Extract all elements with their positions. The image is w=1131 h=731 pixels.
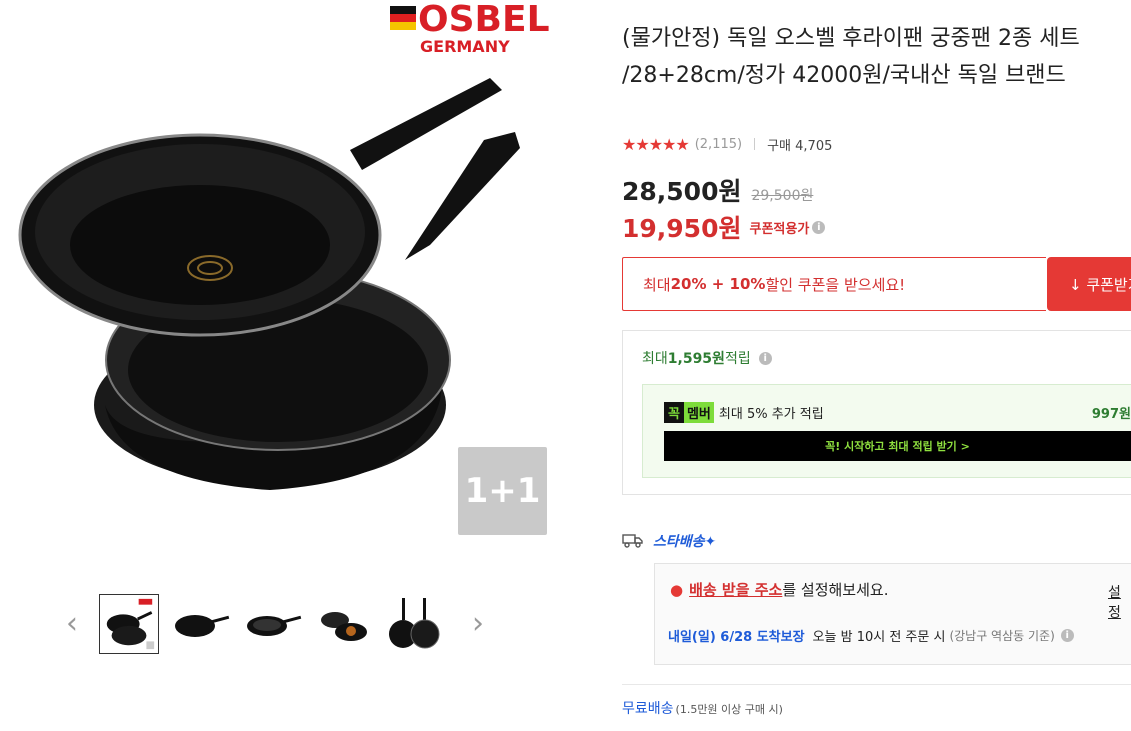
coupon-download-button[interactable]: ↓ 쿠폰받기 <box>1047 257 1131 311</box>
membership-start-button[interactable]: 꼭! 시작하고 최대 적립 받기 > <box>664 431 1131 461</box>
reward-prefix: 최대 <box>642 351 668 367</box>
address-set-link[interactable]: 설정 <box>1108 582 1131 622</box>
reward-amount: 1,595원 <box>667 351 725 367</box>
arrival-date: 내일(일) 6/28 도착보장 <box>668 630 805 645</box>
coupon-price-row: 19,950원 쿠폰적용가 i <box>622 209 826 245</box>
coupon-price: 19,950원 <box>622 214 742 243</box>
brand-logo: OSBEL GERMANY <box>388 0 558 56</box>
coupon-text-prefix: 최대 <box>643 275 671 294</box>
truck-icon <box>622 534 643 548</box>
coupon-banner[interactable]: 최대 20% + 10% 할인 쿠폰을 받으세요! <box>622 257 1046 311</box>
membership-logo: 꼭 <box>664 402 684 423</box>
rating-stars-icon: ★★★★★ <box>622 134 690 154</box>
thumbnail-5[interactable] <box>387 594 447 654</box>
address-row: ● 배송 받을 주소 를 설정해보세요. <box>670 579 888 600</box>
rating-row[interactable]: ★★★★★ (2,115) 구매 4,705 <box>622 134 832 154</box>
thumbnail-3[interactable] <box>243 594 303 654</box>
arrival-condition: 오늘 밤 10시 전 주문 시 <box>812 630 946 645</box>
free-shipping-label: 무료배송 <box>622 701 674 717</box>
info-icon[interactable]: i <box>812 220 826 234</box>
review-count[interactable]: (2,115) <box>695 137 742 152</box>
arrival-row: 내일(일) 6/28 도착보장 오늘 밤 10시 전 주문 시 (강남구 역삼동… <box>668 626 1074 645</box>
bundle-badge: 1+1 <box>458 447 547 535</box>
divider <box>622 684 1131 685</box>
arrival-location: (강남구 역삼동 기준) <box>949 629 1055 643</box>
thumbnail-4[interactable] <box>315 594 375 654</box>
chevron-left-icon[interactable]: ‹ <box>62 608 82 640</box>
thumbnail-2[interactable] <box>171 594 231 654</box>
membership-amount: 997원 <box>1091 407 1131 422</box>
info-icon[interactable]: i <box>758 351 772 365</box>
free-shipping: 무료배송 (1.5만원 이상 구매 시) <box>622 698 783 718</box>
membership-text: 최대 5% 추가 적립 <box>718 407 824 422</box>
address-text: 를 설정해보세요. <box>782 581 889 599</box>
coupon-price-label: 쿠폰적용가 <box>749 221 810 237</box>
coupon-text-suffix: 할인 쿠폰을 받으세요! <box>765 275 906 294</box>
star-delivery-logo: 스타배송✦ <box>653 534 717 550</box>
reward-line: 최대 1,595원 적립 i <box>642 348 772 368</box>
divider <box>754 138 756 150</box>
reward-suffix: 적립 <box>724 351 751 367</box>
osbel-logo: OSBEL GERMANY <box>390 0 550 56</box>
thumbnail-1[interactable] <box>99 594 159 654</box>
membership-logo-suffix: 멤버 <box>683 402 714 423</box>
brand-name: OSBEL <box>418 0 550 40</box>
membership-row: 꼭 멤버 최대 5% 추가 적립 997원 <box>664 402 1131 423</box>
sale-price: 28,500원 <box>622 177 742 206</box>
info-icon[interactable]: i <box>1060 629 1074 642</box>
location-pin-icon: ● <box>670 580 684 599</box>
product-title: (물가안정) 독일 오스벨 후라이팬 궁중팬 2종 세트 /28+28cm/정가… <box>622 26 1080 88</box>
purchase-count: 구매 4,705 <box>767 138 833 154</box>
original-price: 29,500원 <box>751 188 814 204</box>
coupon-text-rate: 20% + 10% <box>670 275 766 293</box>
address-link[interactable]: 배송 받을 주소 <box>689 579 782 600</box>
price-row: 28,500원 29,500원 <box>622 172 813 208</box>
free-shipping-condition: (1.5만원 이상 구매 시) <box>675 703 783 716</box>
chevron-right-icon[interactable]: › <box>468 608 488 640</box>
brand-country: GERMANY <box>420 37 510 56</box>
